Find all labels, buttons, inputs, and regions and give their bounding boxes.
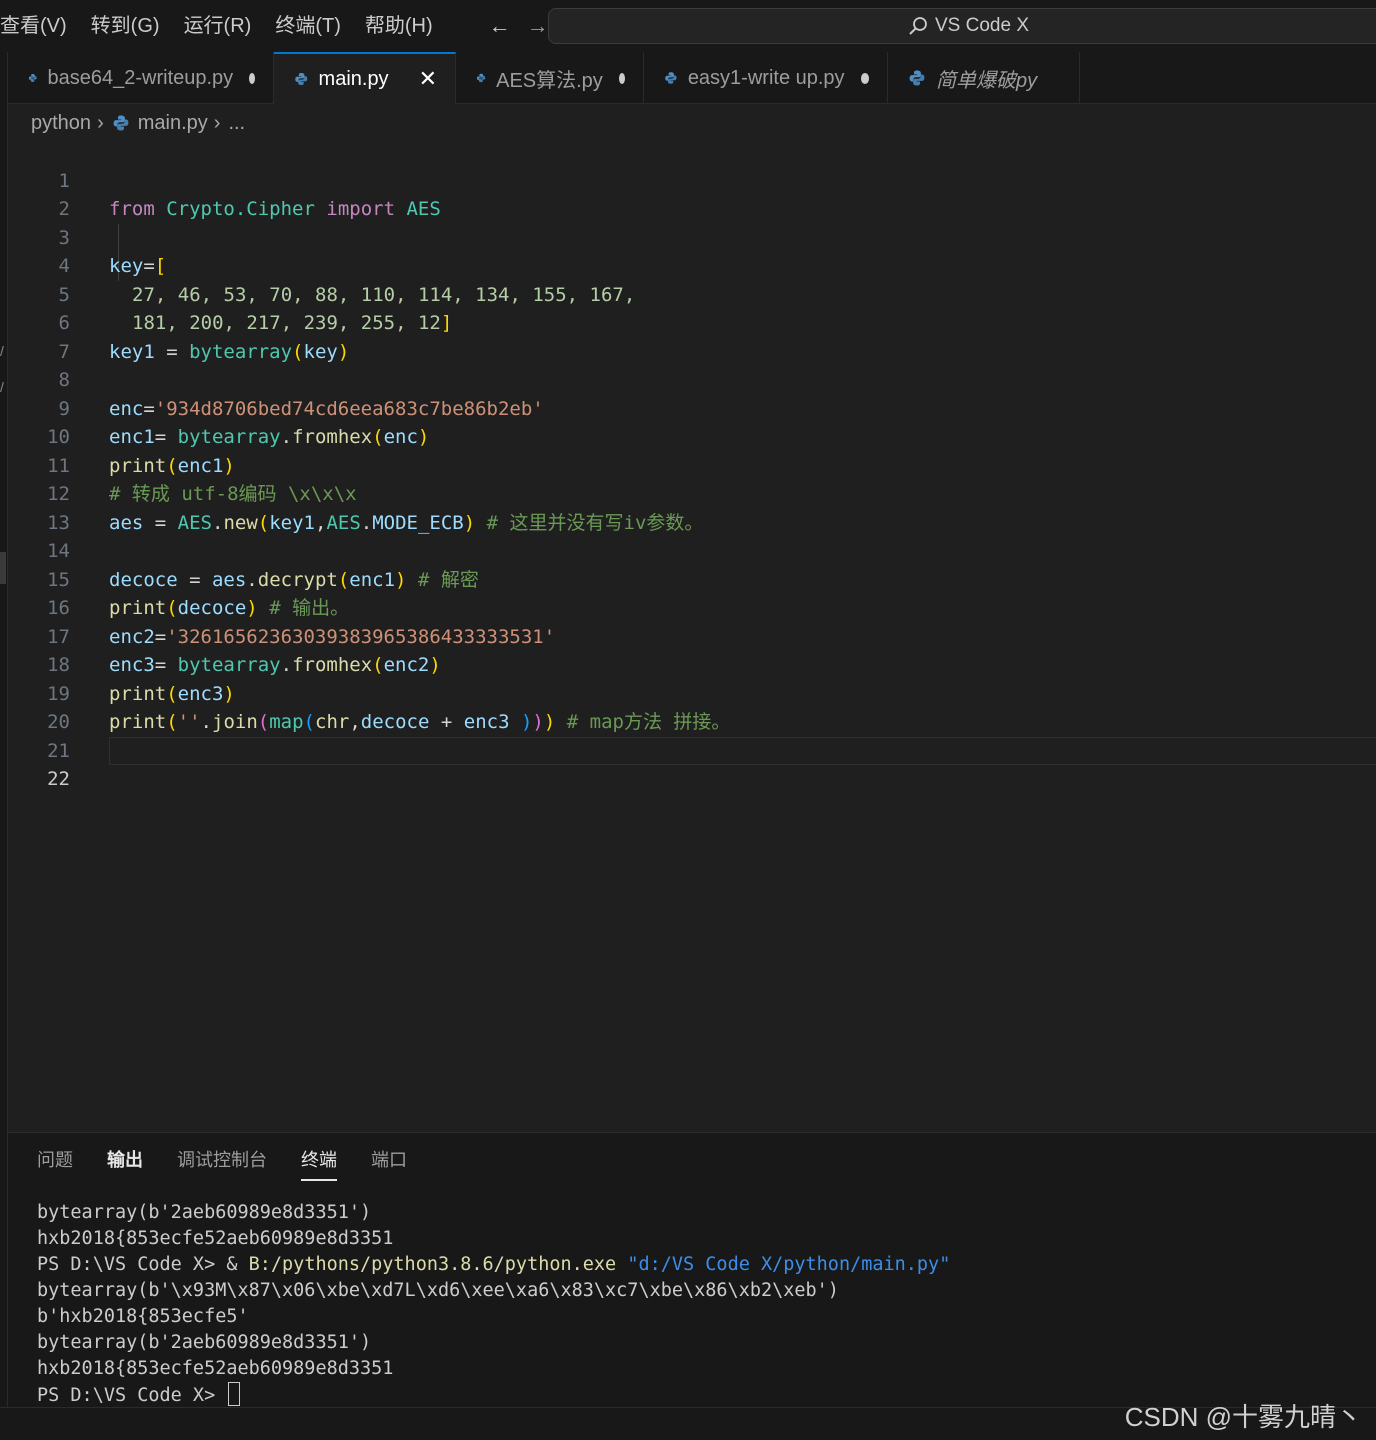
- code-line: 11 # 转成 utf-8编码 \x\x\x: [8, 423, 1376, 506]
- tab-main-py[interactable]: main.py ✕: [274, 52, 456, 104]
- tab-problems[interactable]: 问题: [37, 1145, 73, 1185]
- code-line: 22: [8, 737, 1376, 790]
- terminal-cursor: [228, 1382, 241, 1406]
- code-line: 8 enc='934d8706bed74cd6eea683c7be86b2eb': [8, 338, 1376, 420]
- code-line: 6 key1 = bytearray(key): [8, 281, 1376, 363]
- terminal-line: hxb2018{853ecfe52aeb60989e8d3351: [37, 1358, 394, 1379]
- panel-tabs: 问题 输出 调试控制台 终端 端口: [37, 1145, 441, 1185]
- modified-dot-icon: [249, 72, 255, 84]
- code-line: 13: [8, 480, 1376, 534]
- code-line: 10 print(enc1): [8, 395, 1376, 477]
- terminal-line: hxb2018{853ecfe52aeb60989e8d3351: [37, 1228, 394, 1249]
- terminal-command: B:/pythons/python3.8.6/python.exe: [248, 1254, 617, 1275]
- code-line: 18 print(enc3): [8, 623, 1376, 705]
- modified-dot-icon: [618, 72, 625, 84]
- breadcrumb-file[interactable]: main.py: [138, 112, 208, 135]
- command-center[interactable]: VS Code X: [548, 8, 1376, 44]
- tab-label: AES算法.py: [496, 69, 603, 92]
- code-line: 21: [8, 708, 1376, 762]
- terminal-line: PS D:\VS Code X> & B:/pythons/python3.8.…: [37, 1252, 950, 1278]
- terminal-line: b'hxb2018{853ecfe5': [37, 1306, 249, 1327]
- line-number: 22: [47, 768, 70, 790]
- menu-goto[interactable]: 转到(G): [79, 0, 172, 52]
- terminal-prompt-line[interactable]: PS D:\VS Code X>: [37, 1382, 241, 1408]
- terminal-line: bytearray(b'2aeb60989e8d3351'): [37, 1202, 372, 1223]
- editor-tab-bar: base64_2-writeup.py main.py ✕ AES算法.py e…: [8, 52, 1376, 104]
- strip-active-indicator: [0, 552, 6, 584]
- python-file-icon: [28, 74, 37, 82]
- back-arrow-icon[interactable]: ←: [481, 0, 519, 52]
- menu-terminal[interactable]: 终端(T): [263, 0, 353, 52]
- tab-ports[interactable]: 端口: [371, 1145, 407, 1185]
- code-line: 14 decoce = aes.decrypt(enc1) # 解密: [8, 509, 1376, 591]
- terminal-argument: "d:/VS Code X/python/main.py": [616, 1254, 951, 1275]
- bottom-panel: 问题 输出 调试控制台 终端 端口 bytearray(b'2aeb60989e…: [8, 1132, 1376, 1407]
- title-bar: 查看(V) 转到(G) 运行(R) 终端(T) 帮助(H) ← → VS Cod…: [0, 0, 1376, 52]
- code-line: 2: [8, 167, 1376, 220]
- code-line: 9 enc1= bytearray.fromhex(enc): [8, 366, 1376, 449]
- terminal-line: bytearray(b'2aeb60989e8d3351'): [37, 1332, 372, 1353]
- modified-dot-icon: [860, 72, 869, 84]
- strip-mark: /: [0, 343, 4, 359]
- terminal-prompt: PS D:\VS Code X> &: [37, 1254, 249, 1275]
- tab-label: 简单爆破py: [936, 69, 1038, 92]
- code-line: 5 181, 200, 217, 239, 255, 12]: [8, 252, 1376, 335]
- code-line: 7: [8, 309, 1376, 363]
- code-line: 4 27, 46, 53, 70, 88, 110, 114, 134, 155…: [8, 224, 1376, 306]
- tab-debug-console[interactable]: 调试控制台: [177, 1145, 267, 1185]
- python-file-icon: [113, 115, 129, 131]
- activity-strip: / /: [0, 52, 8, 1407]
- code-line: 17 enc3= bytearray.fromhex(enc2): [8, 594, 1376, 677]
- code-line: 19 print(''.join(map(chr,decoce + enc3 )…: [8, 651, 1376, 734]
- tab-base64-writeup[interactable]: base64_2-writeup.py: [8, 52, 274, 104]
- menu-help[interactable]: 帮助(H): [353, 0, 445, 52]
- tab-label: easy1-write up.py: [687, 66, 845, 89]
- code-line: 3 key=[: [8, 195, 1376, 278]
- chevron-right-icon: ›: [213, 111, 221, 134]
- code-line: 12 aes = AES.new(key1,AES.MODE_ECB) # 这里…: [8, 452, 1376, 534]
- python-file-icon: [665, 72, 677, 84]
- python-file-icon: [476, 73, 486, 83]
- breadcrumb-folder[interactable]: python: [31, 112, 91, 135]
- menu-run[interactable]: 运行(R): [172, 0, 264, 52]
- close-icon[interactable]: ✕: [419, 68, 437, 90]
- chevron-right-icon: ›: [97, 111, 104, 134]
- tab-output[interactable]: 输出: [107, 1145, 143, 1185]
- tab-aes-algorithm[interactable]: AES算法.py: [456, 52, 644, 104]
- code-editor[interactable]: 1 from Crypto.Cipher import AES 2 3 key=…: [8, 138, 1376, 1132]
- code-line: 16 enc2='3261656236303938396538643333353…: [8, 566, 1376, 648]
- search-icon: [909, 17, 927, 35]
- menu-view[interactable]: 查看(V): [0, 0, 79, 52]
- python-file-icon: [909, 70, 925, 86]
- breadcrumb-more[interactable]: ...: [228, 112, 245, 135]
- tab-label: main.py: [318, 67, 389, 90]
- code-line: 20: [8, 680, 1376, 733]
- code-line: 15 print(decoce) # 输出。: [8, 537, 1376, 620]
- breadcrumb: python › main.py › ...: [31, 108, 245, 138]
- command-center-label: VS Code X: [935, 15, 1029, 36]
- tab-label: base64_2-writeup.py: [47, 66, 234, 89]
- tab-terminal[interactable]: 终端: [301, 1145, 337, 1185]
- terminal-line: bytearray(b'\x93M\x87\x06\xbe\xd7L\xd6\x…: [37, 1280, 839, 1301]
- watermark: CSDN @十雾九晴丶: [1124, 1402, 1362, 1432]
- tab-easy1-writeup[interactable]: easy1-write up.py: [644, 52, 888, 104]
- strip-mark: /: [0, 379, 4, 395]
- python-file-icon: [295, 72, 308, 86]
- tab-simple-bruteforce[interactable]: 简单爆破py: [888, 52, 1080, 104]
- code-line: 1 from Crypto.Cipher import AES: [8, 138, 1376, 221]
- terminal-prompt: PS D:\VS Code X>: [37, 1385, 227, 1406]
